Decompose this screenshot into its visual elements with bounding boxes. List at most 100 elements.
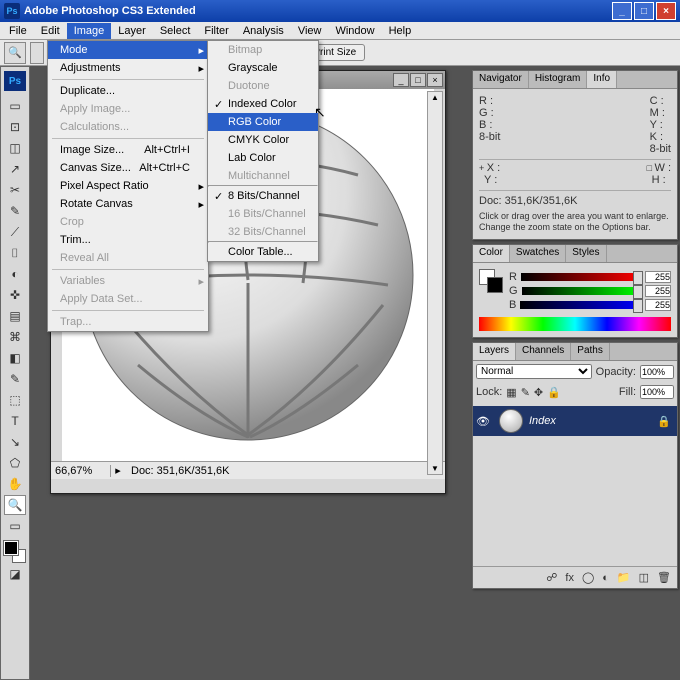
tool-7[interactable]: ⌷ — [4, 243, 26, 263]
color-swatch[interactable] — [479, 269, 503, 293]
tool-12[interactable]: ◧ — [4, 348, 26, 368]
tool-13[interactable]: ✎ — [4, 369, 26, 389]
tab-paths[interactable]: Paths — [571, 343, 610, 360]
tool-9[interactable]: ✜ — [4, 285, 26, 305]
tool-17[interactable]: ⬠ — [4, 453, 26, 473]
menu-analysis[interactable]: Analysis — [236, 23, 291, 39]
doc-size-status: Doc: 351,6K/351,6K — [125, 465, 431, 477]
menu-layer[interactable]: Layer — [111, 23, 153, 39]
layer-style-icon[interactable]: fx — [565, 572, 574, 584]
slider-r[interactable] — [521, 273, 641, 281]
maximize-button[interactable]: □ — [634, 2, 654, 20]
menu-item-canvas-size-[interactable]: Canvas Size...Alt+Ctrl+C — [48, 159, 208, 177]
menu-item-trim-[interactable]: Trim... — [48, 231, 208, 249]
link-layers-icon[interactable]: ☍ — [546, 571, 557, 584]
tool-15[interactable]: T — [4, 411, 26, 431]
menu-item-mode[interactable]: Mode — [48, 41, 208, 59]
tool-0[interactable]: ▭ — [4, 96, 26, 116]
tab-swatches[interactable]: Swatches — [510, 245, 566, 262]
input-r[interactable] — [645, 271, 671, 283]
tool-8[interactable]: ◐ — [4, 264, 26, 284]
spectrum-bar[interactable] — [479, 317, 671, 331]
zoom-field[interactable]: 66,67% — [51, 465, 111, 477]
lock-all-icon[interactable]: 🔒 — [547, 386, 561, 399]
layer-mask-icon[interactable]: ◯ — [582, 571, 594, 584]
tab-channels[interactable]: Channels — [516, 343, 571, 360]
menu-item-calculations-: Calculations... — [48, 118, 208, 136]
menu-view[interactable]: View — [291, 23, 329, 39]
tool-6[interactable]: ⟋ — [4, 222, 26, 242]
menu-item-trap-: Trap... — [48, 313, 208, 331]
tool-19[interactable]: 🔍 — [4, 495, 26, 515]
tool-3[interactable]: ↗ — [4, 159, 26, 179]
tool-preset-icon[interactable]: 🔍 — [4, 42, 26, 64]
fg-bg-swatch[interactable] — [4, 541, 26, 563]
menu-window[interactable]: Window — [328, 23, 381, 39]
doc-minimize-button[interactable]: _ — [393, 73, 409, 87]
menu-item-reveal-all: Reveal All — [48, 249, 208, 267]
input-g[interactable] — [645, 285, 671, 297]
menu-item-rotate-canvas[interactable]: Rotate Canvas — [48, 195, 208, 213]
tab-histogram[interactable]: Histogram — [529, 71, 588, 88]
quick-mask-icon[interactable]: ◪ — [4, 564, 26, 584]
visibility-icon[interactable]: 👁 — [473, 415, 493, 428]
tool-11[interactable]: ⌘ — [4, 327, 26, 347]
minimize-button[interactable]: _ — [612, 2, 632, 20]
submenu-item--bits-channel: 16 Bits/Channel — [208, 205, 318, 223]
menu-item-adjustments[interactable]: Adjustments — [48, 59, 208, 77]
submenu-item-rgb-color[interactable]: RGB Color — [208, 113, 318, 131]
info-cmyk: C :M :Y :K :8-bit — [650, 95, 671, 155]
menu-edit[interactable]: Edit — [34, 23, 67, 39]
submenu-item-cmyk-color[interactable]: CMYK Color — [208, 131, 318, 149]
tool-20[interactable]: ▭ — [4, 516, 26, 536]
info-wh: □ W : H : — [647, 162, 671, 186]
group-icon[interactable]: 📁 — [617, 571, 631, 584]
menu-help[interactable]: Help — [382, 23, 419, 39]
menu-image[interactable]: Image — [67, 23, 112, 39]
tool-dropdown-icon[interactable] — [30, 42, 44, 64]
menu-filter[interactable]: Filter — [197, 23, 235, 39]
info-hint: Click or drag over the area you want to … — [479, 211, 671, 233]
submenu-item-color-table-[interactable]: Color Table... — [208, 243, 318, 261]
new-layer-icon[interactable]: ◫ — [639, 571, 649, 584]
menu-item-duplicate-[interactable]: Duplicate... — [48, 82, 208, 100]
lock-transparency-icon[interactable]: ▦ — [506, 386, 516, 399]
slider-g[interactable] — [522, 287, 641, 295]
submenu-item-lab-color[interactable]: Lab Color — [208, 149, 318, 167]
layer-row[interactable]: 👁 Index 🔒 — [473, 406, 677, 436]
lock-position-icon[interactable]: ✥ — [534, 386, 543, 399]
lock-pixels-icon[interactable]: ✎ — [521, 386, 530, 399]
submenu-item--bits-channel[interactable]: 8 Bits/Channel — [208, 187, 318, 205]
close-button[interactable]: × — [656, 2, 676, 20]
submenu-item-indexed-color[interactable]: Indexed Color — [208, 95, 318, 113]
menu-file[interactable]: File — [2, 23, 34, 39]
slider-b[interactable] — [520, 301, 641, 309]
tool-16[interactable]: ↘ — [4, 432, 26, 452]
photoshop-logo-icon: Ps — [4, 71, 26, 91]
tool-18[interactable]: ✋ — [4, 474, 26, 494]
vertical-scrollbar[interactable]: ▲▼ — [427, 91, 443, 475]
menu-item-pixel-aspect-ratio[interactable]: Pixel Aspect Ratio — [48, 177, 208, 195]
doc-restore-button[interactable]: □ — [410, 73, 426, 87]
delete-layer-icon[interactable]: 🗑 — [657, 571, 671, 584]
tab-styles[interactable]: Styles — [566, 245, 606, 262]
blend-mode-select[interactable]: Normal — [476, 364, 592, 379]
opacity-input[interactable] — [640, 365, 674, 379]
menu-item-image-size-[interactable]: Image Size...Alt+Ctrl+I — [48, 141, 208, 159]
fill-input[interactable] — [640, 385, 674, 399]
tool-4[interactable]: ✂ — [4, 180, 26, 200]
tool-1[interactable]: ⊡ — [4, 117, 26, 137]
input-b[interactable] — [645, 299, 671, 311]
tab-color[interactable]: Color — [473, 245, 510, 262]
tab-layers[interactable]: Layers — [473, 343, 516, 360]
tab-navigator[interactable]: Navigator — [473, 71, 529, 88]
doc-close-button[interactable]: × — [427, 73, 443, 87]
adjustment-layer-icon[interactable]: ◐ — [602, 572, 609, 584]
tab-info[interactable]: Info — [587, 71, 617, 88]
tool-14[interactable]: ⬚ — [4, 390, 26, 410]
tool-10[interactable]: ▤ — [4, 306, 26, 326]
tool-5[interactable]: ✎ — [4, 201, 26, 221]
menu-select[interactable]: Select — [153, 23, 198, 39]
tool-2[interactable]: ◫ — [4, 138, 26, 158]
submenu-item-grayscale[interactable]: Grayscale — [208, 59, 318, 77]
